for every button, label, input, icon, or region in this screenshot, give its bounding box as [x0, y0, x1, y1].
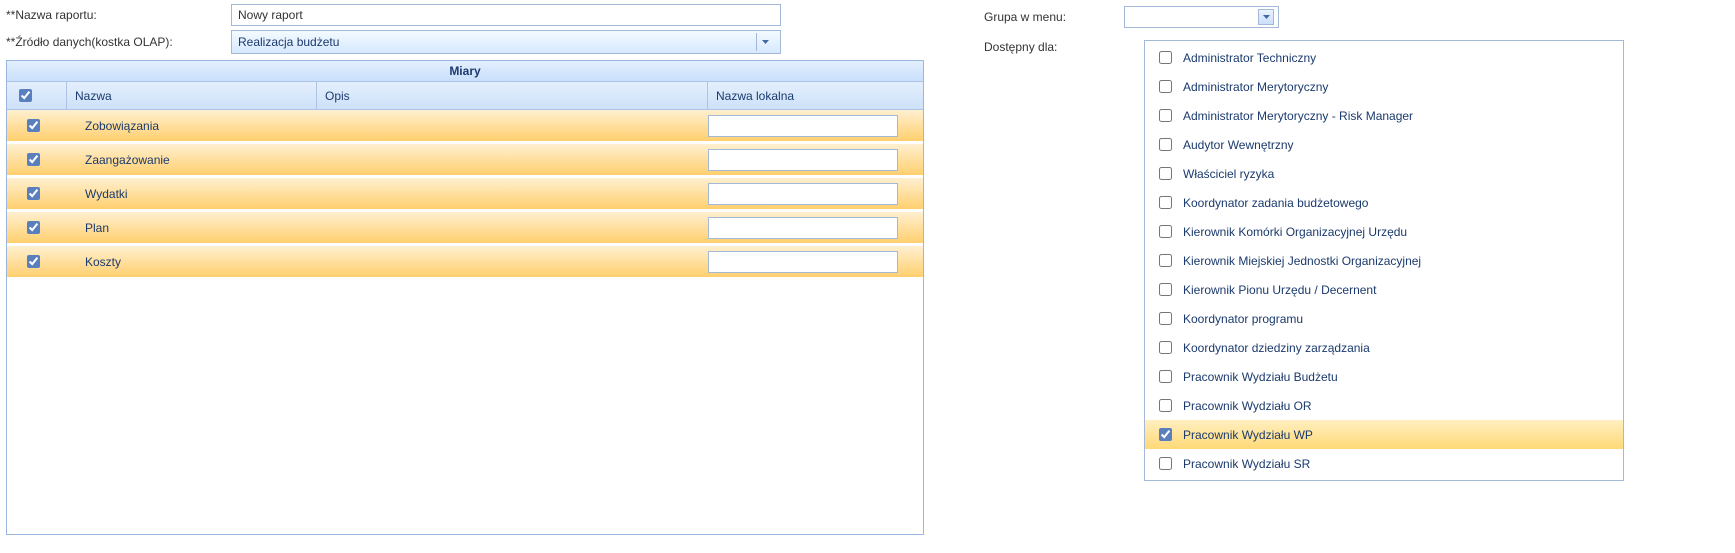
- role-item[interactable]: Koordynator zadania budżetowego: [1145, 188, 1623, 217]
- role-label: Administrator Merytoryczny: [1183, 80, 1328, 94]
- select-all-checkbox[interactable]: [19, 89, 32, 102]
- measure-checkbox[interactable]: [27, 119, 40, 132]
- role-checkbox[interactable]: [1159, 399, 1172, 412]
- role-label: Pracownik Wydziału SR: [1183, 457, 1310, 471]
- role-label: Pracownik Wydziału Budżetu: [1183, 370, 1338, 384]
- role-checkbox[interactable]: [1159, 167, 1172, 180]
- role-item[interactable]: Audytor Wewnętrzny: [1145, 130, 1623, 159]
- role-item[interactable]: Kierownik Pionu Urzędu / Decernent: [1145, 275, 1623, 304]
- role-item[interactable]: Kierownik Komórki Organizacyjnej Urzędu: [1145, 217, 1623, 246]
- measures-header: Nazwa Opis Nazwa lokalna: [7, 82, 923, 110]
- measure-checkbox[interactable]: [27, 221, 40, 234]
- roles-list: Administrator Techniczny Administrator Me…: [1144, 40, 1624, 481]
- role-item[interactable]: Pracownik Wydziału OR: [1145, 391, 1623, 420]
- role-item[interactable]: Właściciel ryzyka: [1145, 159, 1623, 188]
- role-label: Audytor Wewnętrzny: [1183, 138, 1294, 152]
- role-checkbox[interactable]: [1159, 138, 1172, 151]
- measure-local-input[interactable]: [708, 251, 898, 273]
- role-checkbox[interactable]: [1159, 341, 1172, 354]
- role-item[interactable]: Pracownik Wydziału WP: [1145, 420, 1623, 449]
- data-source-label: **Źródło danych(kostka OLAP):: [6, 35, 231, 49]
- measure-local-input[interactable]: [708, 183, 898, 205]
- role-checkbox[interactable]: [1159, 80, 1172, 93]
- role-label: Kierownik Komórki Organizacyjnej Urzędu: [1183, 225, 1407, 239]
- role-checkbox[interactable]: [1159, 51, 1172, 64]
- measure-row[interactable]: Zaangażowanie: [7, 144, 923, 178]
- role-label: Pracownik Wydziału WP: [1183, 428, 1313, 442]
- role-label: Administrator Techniczny: [1183, 51, 1316, 65]
- measure-name: Koszty: [67, 255, 317, 269]
- measure-name: Wydatki: [67, 187, 317, 201]
- measure-checkbox[interactable]: [27, 153, 40, 166]
- measure-row[interactable]: Plan: [7, 212, 923, 246]
- data-source-value: Realizacja budżetu: [238, 35, 756, 49]
- measures-header-local[interactable]: Nazwa lokalna: [708, 82, 923, 109]
- measure-checkbox[interactable]: [27, 255, 40, 268]
- role-checkbox[interactable]: [1159, 370, 1172, 383]
- role-checkbox[interactable]: [1159, 196, 1172, 209]
- available-for-label: Dostępny dla:: [984, 40, 1124, 54]
- group-menu-label: Grupa w menu:: [984, 10, 1124, 24]
- measures-header-check[interactable]: [7, 82, 67, 109]
- role-label: Koordynator programu: [1183, 312, 1303, 326]
- group-menu-combo[interactable]: [1124, 6, 1279, 28]
- role-label: Koordynator zadania budżetowego: [1183, 196, 1368, 210]
- role-checkbox[interactable]: [1159, 428, 1172, 441]
- role-checkbox[interactable]: [1159, 312, 1172, 325]
- measures-header-desc[interactable]: Opis: [317, 82, 708, 109]
- role-item[interactable]: Pracownik Wydziału Budżetu: [1145, 362, 1623, 391]
- measures-header-name[interactable]: Nazwa: [67, 82, 317, 109]
- measures-panel: Miary Nazwa Opis Nazwa lokalna Zobowiąza…: [6, 60, 924, 535]
- role-label: Właściciel ryzyka: [1183, 167, 1274, 181]
- measure-name: Plan: [67, 221, 317, 235]
- role-checkbox[interactable]: [1159, 109, 1172, 122]
- role-checkbox[interactable]: [1159, 225, 1172, 238]
- measure-local-input[interactable]: [708, 149, 898, 171]
- measure-name: Zaangażowanie: [67, 153, 317, 167]
- role-item[interactable]: Administrator Merytoryczny: [1145, 72, 1623, 101]
- role-label: Kierownik Pionu Urzędu / Decernent: [1183, 283, 1376, 297]
- role-item[interactable]: Koordynator programu: [1145, 304, 1623, 333]
- role-checkbox[interactable]: [1159, 457, 1172, 470]
- role-checkbox[interactable]: [1159, 254, 1172, 267]
- role-label: Kierownik Miejskiej Jednostki Organizacy…: [1183, 254, 1421, 268]
- role-label: Pracownik Wydziału OR: [1183, 399, 1312, 413]
- measure-checkbox[interactable]: [27, 187, 40, 200]
- role-item[interactable]: Koordynator dziedziny zarządzania: [1145, 333, 1623, 362]
- role-checkbox[interactable]: [1159, 283, 1172, 296]
- measure-local-input[interactable]: [708, 217, 898, 239]
- chevron-down-icon: [1258, 9, 1274, 25]
- measure-row[interactable]: Zobowiązania: [7, 110, 923, 144]
- role-item[interactable]: Administrator Techniczny: [1145, 43, 1623, 72]
- measure-row[interactable]: Koszty: [7, 246, 923, 280]
- report-name-input[interactable]: [231, 4, 781, 26]
- measure-local-input[interactable]: [708, 115, 898, 137]
- measure-row[interactable]: Wydatki: [7, 178, 923, 212]
- role-label: Administrator Merytoryczny - Risk Manage…: [1183, 109, 1413, 123]
- measure-name: Zobowiązania: [67, 119, 317, 133]
- report-name-label: **Nazwa raportu:: [6, 8, 231, 22]
- role-item[interactable]: Kierownik Miejskiej Jednostki Organizacy…: [1145, 246, 1623, 275]
- role-item[interactable]: Pracownik Wydziału SR: [1145, 449, 1623, 478]
- data-source-combo[interactable]: Realizacja budżetu: [231, 30, 781, 54]
- chevron-down-icon: [756, 33, 774, 51]
- role-label: Koordynator dziedziny zarządzania: [1183, 341, 1370, 355]
- measures-title: Miary: [7, 61, 923, 82]
- role-item[interactable]: Administrator Merytoryczny - Risk Manage…: [1145, 101, 1623, 130]
